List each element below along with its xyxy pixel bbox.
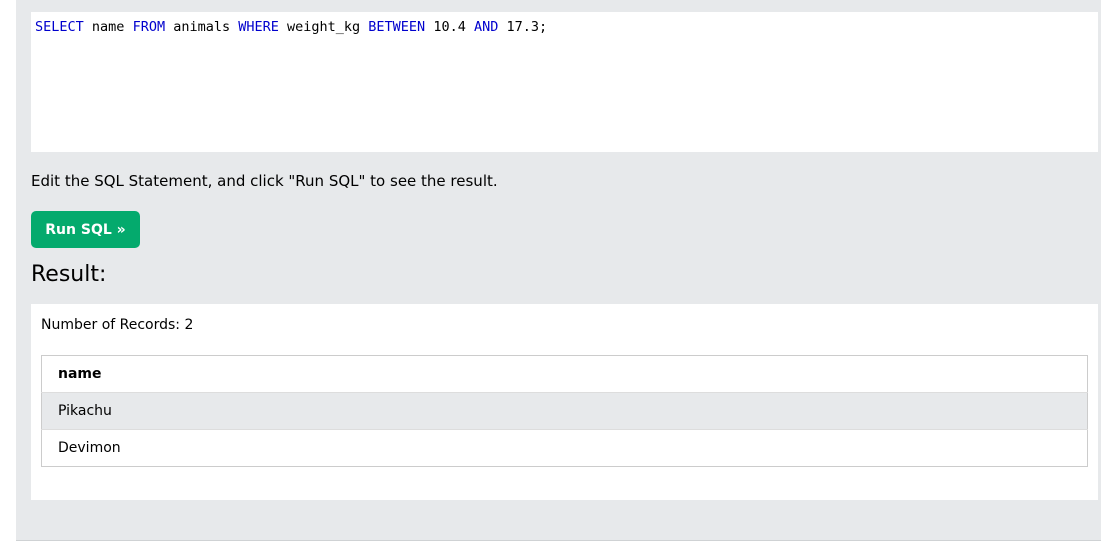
instructions-text: Edit the SQL Statement, and click "Run S… bbox=[31, 172, 498, 190]
table-cell: Devimon bbox=[41, 429, 1088, 467]
sql-keyword: BETWEEN bbox=[368, 19, 426, 35]
result-heading: Result: bbox=[31, 262, 107, 287]
sql-text: 17.3; bbox=[498, 19, 548, 35]
table-row: Pikachu bbox=[41, 392, 1088, 430]
record-count: Number of Records: 2 bbox=[41, 317, 194, 333]
table-row: Devimon bbox=[41, 429, 1088, 467]
column-header: name bbox=[58, 366, 102, 382]
sql-editor[interactable]: SELECT name FROM animals WHERE weight_kg… bbox=[31, 12, 1098, 152]
sql-keyword: WHERE bbox=[238, 19, 279, 35]
sql-text: weight_kg bbox=[278, 19, 369, 35]
table-header-row: name bbox=[42, 356, 1088, 393]
sql-tryit-panel: SELECT name FROM animals WHERE weight_kg… bbox=[16, 0, 1101, 541]
result-container: Number of Records: 2 name Pikachu Devimo… bbox=[31, 304, 1098, 500]
result-table: name Pikachu Devimon bbox=[41, 355, 1088, 467]
sql-text: animals bbox=[165, 19, 239, 35]
sql-keyword: FROM bbox=[132, 19, 166, 35]
sql-keyword: SELECT bbox=[35, 19, 84, 35]
run-sql-button[interactable]: Run SQL » bbox=[31, 211, 140, 248]
sql-keyword: AND bbox=[473, 19, 499, 35]
table-cell: Pikachu bbox=[41, 392, 1088, 430]
sql-text: name bbox=[83, 19, 133, 35]
sql-text: 10.4 bbox=[425, 19, 474, 35]
